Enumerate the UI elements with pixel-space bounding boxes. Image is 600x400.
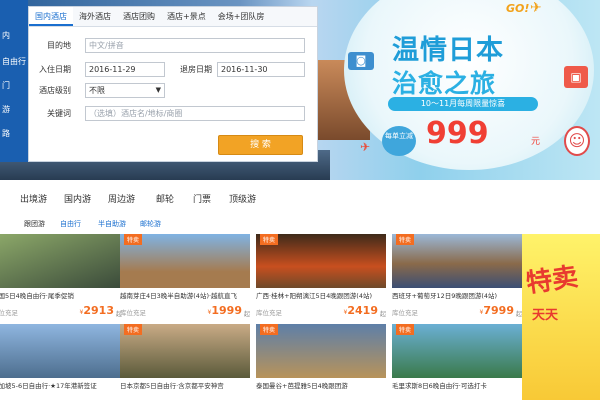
product-card[interactable]: 特卖 越南芽庄4日3晚半自助游(4站)·越航直飞 库位充足 ¥1999 起 [120, 234, 250, 320]
card-footer: 库位充足 ¥2419 起 [256, 304, 386, 318]
card-title: 西班牙+葡萄牙12日9晚跟团游(4站) [392, 292, 498, 300]
category-nav: 出境游 国内游 周边游 邮轮 门票 顶级游 [0, 192, 600, 206]
sale-badge: 特卖 [396, 234, 415, 245]
card-stock: 库位充足 [120, 309, 146, 317]
card-image [0, 234, 122, 288]
card-title: 毛里求斯8日6晚自由行·可选打卡 [392, 382, 487, 390]
sale-badge: 特卖 [396, 324, 415, 335]
card-price-value: 2419 [347, 304, 378, 317]
card-footer: 库位充足 ¥1999 起 [120, 304, 250, 318]
hotel-search-panel: 国内酒店 海外酒店 酒店团购 酒店+景点 会场+团队房 目的地 中文/拼音 入住… [28, 6, 318, 162]
card-title: 日本京都5日自由行·含京都平安神宫 [120, 382, 224, 390]
sale-badge: 特卖 [260, 324, 279, 335]
plane-icon: ✈ [360, 140, 371, 154]
destination-input[interactable]: 中文/拼音 [85, 38, 305, 53]
page: GO! ✈ ◙ ▣ 温情日本 治愈之旅 10～11月每周限量惊喜 ✈ 每单立减 … [0, 0, 600, 400]
tab-domestic-hotel[interactable]: 国内酒店 [29, 7, 73, 26]
camera-icon: ◙ [348, 52, 374, 70]
card-price-unit: 起 [243, 311, 250, 318]
card-price: ¥7999 [479, 304, 514, 317]
promo-title-line1: 温情日本 [392, 35, 504, 66]
left-nav-item[interactable]: 门 [2, 80, 10, 91]
star-level-select[interactable]: 不限 ▼ [85, 83, 165, 98]
sale-badge: 特卖 [124, 234, 143, 245]
left-nav-item[interactable]: 路 [2, 128, 10, 139]
sale-badge: 特卖 [260, 234, 279, 245]
lucky-cat-icon: ☺ [564, 126, 590, 156]
tab-overseas-hotel[interactable]: 海外酒店 [73, 7, 117, 26]
card-price: ¥1999 [207, 304, 242, 317]
star-level-value: 不限 [89, 86, 105, 95]
category-item[interactable]: 出境游 [20, 192, 47, 205]
card-price: ¥2419 [343, 304, 378, 317]
promo-price: 999 [426, 116, 489, 151]
checkin-label: 入住日期 [39, 65, 71, 74]
sub-nav-item[interactable]: 邮轮游 [140, 219, 161, 229]
bag-icon: ▣ [564, 66, 588, 88]
left-nav-item[interactable]: 游 [2, 104, 10, 115]
promo-banner[interactable]: GO! ✈ ◙ ▣ 温情日本 治愈之旅 10～11月每周限量惊喜 ✈ 每单立减 … [330, 0, 600, 180]
promo-stamp: 每单立减 [382, 126, 416, 156]
card-title: 广西·桂林+阳朔漓江5日4晚跟团游(4站) [256, 292, 372, 300]
chevron-down-icon: ▼ [155, 86, 161, 94]
category-item[interactable]: 国内游 [64, 192, 91, 205]
category-item[interactable]: 邮轮 [156, 192, 174, 205]
card-price-unit: 起 [379, 311, 386, 318]
product-card[interactable]: 泰国5日4晚自由行·尾季促销 库位充足 ¥2913 起 [0, 234, 122, 320]
category-item[interactable]: 周边游 [108, 192, 135, 205]
tab-hotel-attraction[interactable]: 酒店+景点 [161, 7, 212, 26]
card-price-value: 2913 [83, 304, 114, 317]
category-item[interactable]: 门票 [193, 192, 211, 205]
card-stock: 库位充足 [256, 309, 282, 317]
product-card[interactable]: 特卖 西班牙+葡萄牙12日9晚跟团游(4站) 库位充足 ¥7999 起 [392, 234, 522, 320]
card-footer: 库位充足 ¥7999 起 [392, 304, 522, 318]
search-button[interactable]: 搜 索 [218, 135, 303, 155]
card-price-value: 1999 [211, 304, 242, 317]
sub-nav: 跟团游 自由行 半自助游 邮轮游 [0, 219, 600, 231]
star-level-label: 酒店级别 [39, 86, 71, 95]
side-promo-banner[interactable]: 特卖 天天 [522, 234, 600, 400]
card-title: 越南芽庄4日3晚半自助游(4站)·越航直飞 [120, 292, 238, 300]
sub-nav-item[interactable]: 跟团游 [24, 219, 45, 229]
promo-unit: 元 [531, 137, 541, 147]
product-card[interactable]: 特卖 泰国曼谷+芭提雅5日4晚跟团游 [256, 324, 386, 400]
product-card[interactable]: 特卖 广西·桂林+阳朔漓江5日4晚跟团游(4站) 库位充足 ¥2419 起 [256, 234, 386, 320]
card-title: 泰国5日4晚自由行·尾季促销 [0, 292, 74, 300]
card-title: 新加坡5-6日自由行·★17年港新签证 [0, 382, 97, 390]
keyword-input[interactable]: （选填）酒店名/地标/商圈 [85, 106, 305, 121]
sub-nav-item[interactable]: 半自助游 [98, 219, 126, 229]
product-card[interactable]: 新加坡5-6日自由行·★17年港新签证 [0, 324, 122, 400]
side-promo-sub: 天天 [532, 308, 559, 323]
tab-hotel-group-buy[interactable]: 酒店团购 [117, 7, 161, 26]
tab-venue-group-room[interactable]: 会场+团队房 [212, 7, 271, 26]
left-nav: 内 自由行 门 游 路 [0, 0, 28, 162]
sub-nav-item[interactable]: 自由行 [60, 219, 81, 229]
card-title: 泰国曼谷+芭提雅5日4晚跟团游 [256, 382, 348, 390]
keyword-label: 关键词 [47, 109, 71, 118]
product-card[interactable]: 特卖 日本京都5日自由行·含京都平安神宫 [120, 324, 250, 400]
card-stock: 库位充足 [392, 309, 418, 317]
promo-title-line2: 治愈之旅 [392, 69, 497, 98]
plane-icon: ✈ [530, 0, 542, 16]
card-stock: 库位充足 [0, 309, 18, 317]
product-card[interactable]: 特卖 毛里求斯8日6晚自由行·可选打卡 [392, 324, 522, 400]
card-price: ¥2913 [79, 304, 114, 317]
checkin-date-input[interactable]: 2016-11-29 [85, 62, 165, 77]
category-item[interactable]: 顶级游 [229, 192, 256, 205]
checkout-label: 退房日期 [180, 65, 212, 74]
search-tabs: 国内酒店 海外酒店 酒店团购 酒店+景点 会场+团队房 [29, 7, 317, 27]
left-nav-item[interactable]: 内 [2, 30, 10, 41]
destination-label: 目的地 [47, 41, 71, 50]
promo-go-text: GO! [506, 2, 530, 15]
sale-badge: 特卖 [124, 324, 143, 335]
side-promo-text: 特卖 [524, 262, 580, 300]
card-price-value: 7999 [483, 304, 514, 317]
card-footer: 库位充足 ¥2913 起 [0, 304, 122, 318]
checkout-date-input[interactable]: 2016-11-30 [217, 62, 305, 77]
promo-subtitle: 10～11月每周限量惊喜 [388, 97, 538, 111]
card-image [0, 324, 122, 378]
left-nav-item[interactable]: 自由行 [2, 56, 26, 67]
